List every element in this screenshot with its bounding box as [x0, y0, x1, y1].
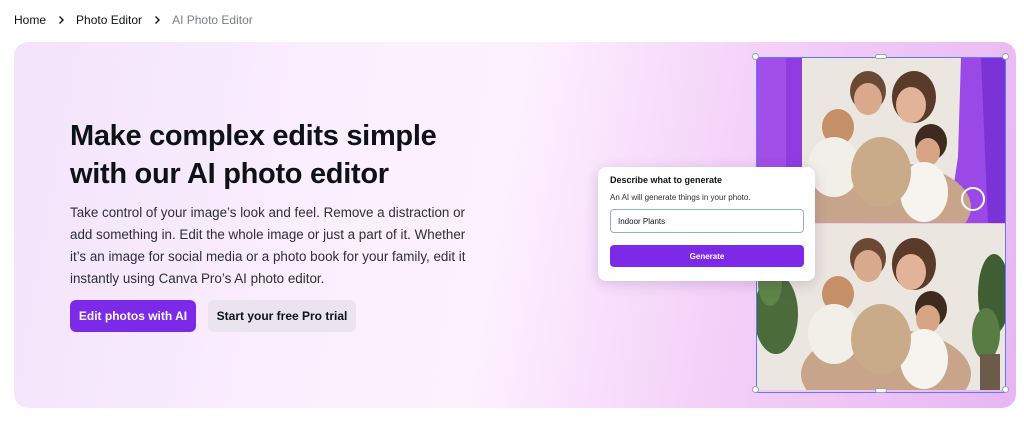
breadcrumb-current: AI Photo Editor: [172, 13, 253, 27]
resize-handle[interactable]: [752, 53, 759, 60]
hero-title-line-2: with our AI photo editor: [70, 158, 389, 190]
chevron-right-icon: [59, 16, 65, 24]
start-pro-trial-button[interactable]: Start your free Pro trial: [208, 300, 356, 332]
generate-prompt-input[interactable]: Indoor Plants: [610, 209, 804, 233]
generate-panel-hint: An AI will generate things in your photo…: [610, 193, 751, 202]
brush-cursor-icon: [961, 187, 985, 211]
resize-handle[interactable]: [752, 386, 759, 393]
generate-panel: Describe what to generate An AI will gen…: [598, 167, 815, 281]
resize-handle[interactable]: [1002, 53, 1009, 60]
resize-handle[interactable]: [875, 388, 887, 393]
breadcrumb-home-link[interactable]: Home: [14, 13, 46, 27]
hero-title-line-1: Make complex edits simple: [70, 120, 437, 152]
edit-photos-with-ai-button[interactable]: Edit photos with AI: [70, 300, 196, 332]
breadcrumb-photo-editor-link[interactable]: Photo Editor: [76, 13, 142, 27]
resize-handle[interactable]: [875, 54, 887, 59]
resize-handle[interactable]: [1002, 386, 1009, 393]
chevron-right-icon: [155, 16, 161, 24]
generate-panel-title: Describe what to generate: [610, 175, 723, 185]
breadcrumb: Home Photo Editor AI Photo Editor: [14, 12, 253, 28]
hero-description: Take control of your image’s look and fe…: [70, 205, 466, 286]
hero-banner: Make complex edits simple with our AI ph…: [14, 42, 1016, 408]
generate-button[interactable]: Generate: [610, 245, 804, 267]
hero-title: Make complex edits simple with our AI ph…: [70, 117, 510, 193]
